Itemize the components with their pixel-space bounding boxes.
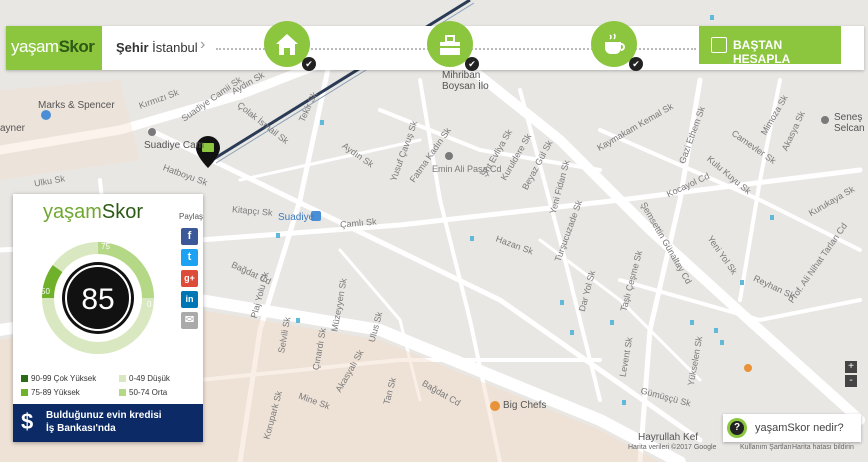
poi-mihriban[interactable]: Mihriban Boysan İlo [442,70,502,92]
google-plus-share-button[interactable]: g+ [181,270,198,287]
poi-hayrullah[interactable]: Hayrullah Kef [638,432,698,443]
poi-ayner[interactable]: ayner [0,123,25,134]
chevron-right-icon: › [200,36,206,53]
isbank-logo-icon: $ [21,409,34,434]
score-value: 85 [81,283,114,316]
bank-ad-line2: İş Bankası'nda [46,423,116,434]
restart-label: BAŞTAN HESAPLA [733,38,791,66]
panel-logo: yaşamSkor [43,201,143,224]
poi-senes[interactable]: Seneş Selcan [834,112,868,134]
map-terms-link[interactable]: Kullanım Şartları [740,444,792,451]
work-icon [440,35,460,55]
step-work-button[interactable]: ✔ [427,21,479,71]
facebook-share-button[interactable]: f [181,228,198,245]
legend-label: 75-89 Yüksek [31,388,80,397]
legend-item: 75-89 Yüksek [21,388,80,397]
zoom-out-button[interactable]: - [845,375,857,387]
legend-label: 50-74 Orta [129,388,168,397]
bank-ad-line1: Bulduğunuz evin kredisi [46,410,162,421]
logo[interactable]: yaşamSkor [6,26,102,70]
gauge-label-50: 50 [41,287,50,296]
gauge-label-75: 75 [101,242,110,251]
linkedin-share-button[interactable]: in [181,291,198,308]
zoom-in-button[interactable]: + [845,361,857,373]
page-bottom-strip [0,463,868,475]
question-icon: ? [727,418,747,438]
home-icon [276,34,298,55]
twitter-share-button[interactable]: t [181,249,198,266]
step-coffee-button[interactable]: ✔ [591,21,643,71]
logo-suffix: Skor [58,37,95,56]
logo-prefix: yaşam [11,37,59,56]
panel-logo-prefix: yaşam [43,201,102,223]
poi-suadiye-stop[interactable]: Suadiye [278,212,314,223]
check-icon: ✔ [465,57,479,71]
restart-button[interactable]: BAŞTAN HESAPLA [699,26,841,66]
check-icon: ✔ [302,57,316,71]
bank-ad-banner[interactable]: $ Bulduğunuz evin kredisi İş Bankası'nda [13,404,203,442]
legend-label: 0-49 Düşük [129,374,170,383]
share-label: Paylaş [179,212,204,221]
city-value: İstanbul [152,40,198,55]
city-label: Şehir [116,40,149,55]
legend-item: 50-74 Orta [119,388,167,397]
legend-item: 0-49 Düşük [119,374,170,383]
poi-marks[interactable]: Marks & Spencer [38,100,115,111]
top-navigation-bar: yaşamSkor Şehir İstanbul › ✔ ✔ ✔ BAŞTAN … [6,21,864,71]
poi-suadiye-cami[interactable]: Suadiye Cam [144,140,204,151]
check-icon: ✔ [629,57,643,71]
help-label: yaşamSkor nedir? [755,422,844,434]
email-share-button[interactable]: ✉ [181,312,198,329]
map-attribution: Harita verileri ©2017 Google [628,444,717,451]
city-selector[interactable]: Şehir İstanbul [116,40,198,55]
legend-label: 90-99 Çok Yüksek [31,374,97,383]
step-home-button[interactable]: ✔ [264,21,316,71]
legend-item: 90-99 Çok Yüksek [21,374,96,383]
what-is-yasamskor-button[interactable]: ? yaşamSkor nedir? [723,414,861,442]
panel-logo-suffix: Skor [101,201,144,223]
poi-bigchefs[interactable]: Big Chefs [503,400,546,411]
score-gauge: 85 75 50 0 [41,242,154,354]
map-report-link[interactable]: Harita hatası bildirin [792,444,854,451]
calculator-icon [711,37,727,53]
coffee-icon [605,33,625,54]
score-panel: yaşamSkor Paylaş f t g+ in ✉ 85 75 50 0 … [13,194,203,442]
street-label: Emin Ali Paşa Cd [432,164,502,174]
gauge-label-0: 0 [147,300,152,309]
